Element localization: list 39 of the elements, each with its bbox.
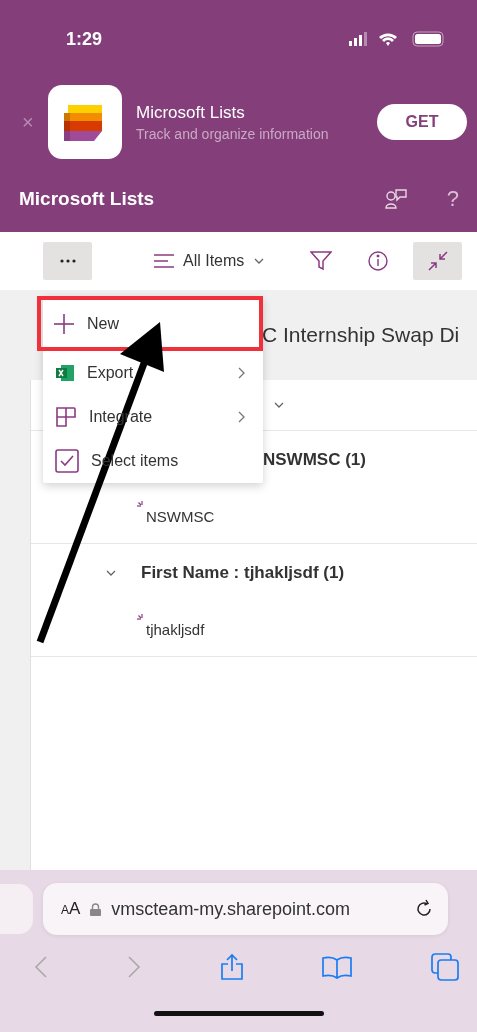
chat-icon <box>384 188 407 210</box>
address-bar[interactable]: AA vmscteam-my.sharepoint.com <box>43 883 448 935</box>
view-selector[interactable]: All Items <box>154 252 266 270</box>
url-text: vmscteam-my.sharepoint.com <box>111 898 352 920</box>
app-icon <box>48 85 122 159</box>
info-button[interactable] <box>368 251 389 271</box>
item-title[interactable]: tjhakljsdf <box>146 620 205 638</box>
checkbox-icon <box>55 449 79 473</box>
tabs-icon <box>431 953 459 981</box>
bookmarks-icon <box>322 955 353 979</box>
list-icon <box>154 253 174 269</box>
filter-button[interactable] <box>310 251 333 271</box>
app-title: Microsoft Lists <box>19 188 156 210</box>
group-header[interactable]: First Name : tjhakljsdf (1) <box>141 563 345 583</box>
integrate-icon <box>55 406 77 428</box>
group-header[interactable]: NSWMSC (1) <box>263 450 366 470</box>
status-time: 1:29 <box>66 28 103 50</box>
banner-title: Microsoft Lists <box>136 102 246 123</box>
back-icon <box>34 955 48 979</box>
sparkle-icon <box>137 614 146 623</box>
banner-subtitle: Track and organize information <box>136 125 330 142</box>
lock-icon <box>90 902 102 916</box>
help-button[interactable]: ? <box>446 186 459 212</box>
ellipsis-icon <box>59 259 76 263</box>
spreadsheet-icon <box>55 364 75 382</box>
item-title[interactable]: NSWMSC <box>146 507 215 525</box>
sparkle-icon <box>137 501 146 510</box>
collapse-icon <box>427 251 448 271</box>
get-button[interactable]: GET <box>377 104 467 140</box>
info-icon <box>368 251 389 271</box>
share-icon <box>219 953 244 981</box>
text-size-button[interactable]: AA <box>61 899 81 919</box>
list-title: C Internship Swap Di <box>262 323 460 347</box>
collapse-button[interactable] <box>413 242 462 280</box>
forward-icon <box>126 955 141 979</box>
plus-icon <box>53 312 75 335</box>
menu-item[interactable]: New <box>37 296 263 351</box>
filter-icon <box>310 251 333 271</box>
reload-icon <box>414 899 434 919</box>
